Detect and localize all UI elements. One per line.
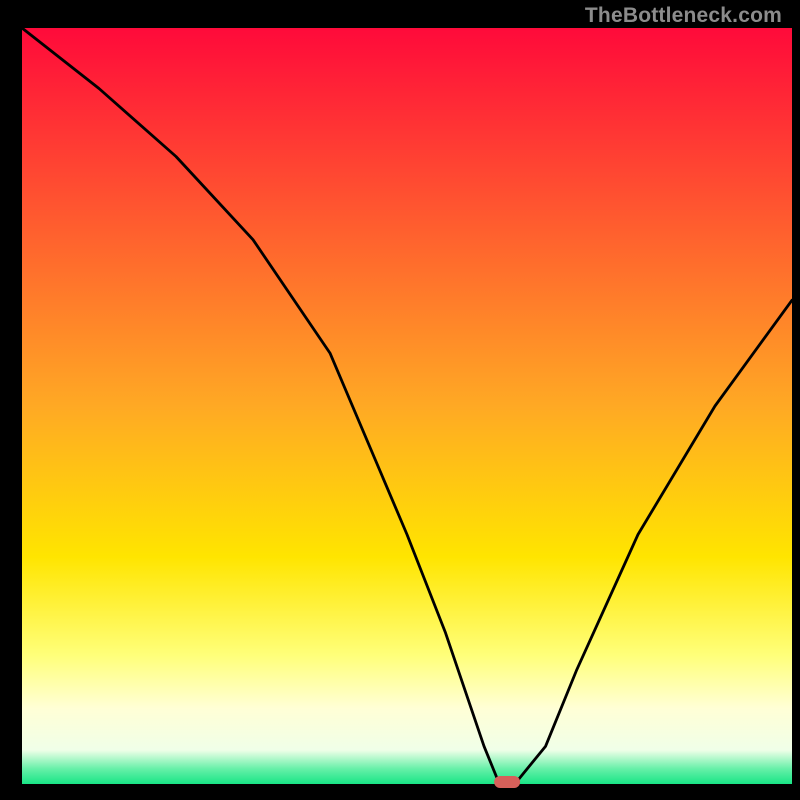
- bottleneck-plot: [0, 0, 800, 800]
- plot-background: [22, 28, 792, 784]
- optimum-marker: [494, 776, 520, 788]
- chart-container: TheBottleneck.com: [0, 0, 800, 800]
- watermark-text: TheBottleneck.com: [585, 4, 782, 28]
